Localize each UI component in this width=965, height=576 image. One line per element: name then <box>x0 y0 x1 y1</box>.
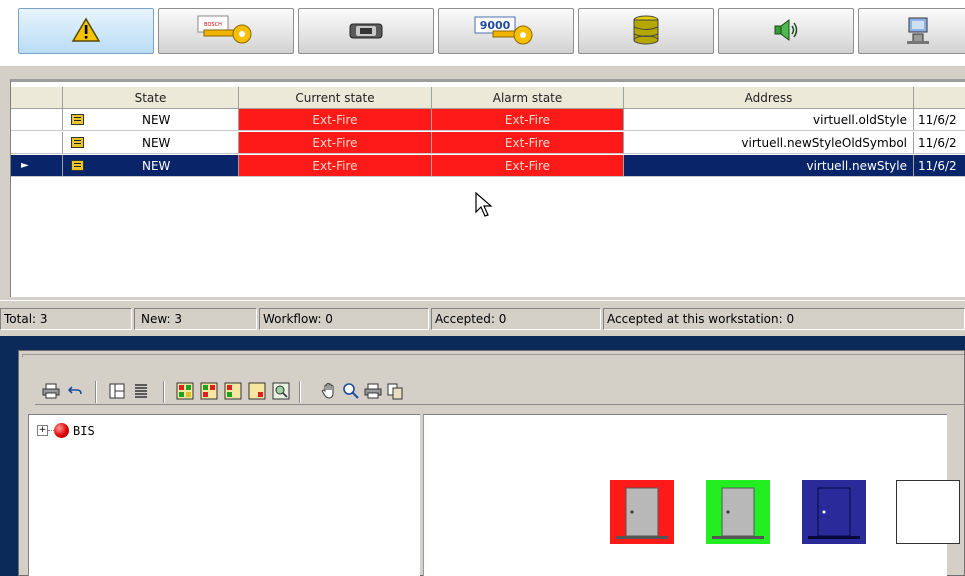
camera-icon <box>346 18 386 45</box>
note-icon <box>71 137 84 148</box>
copy-icon[interactable] <box>385 381 405 401</box>
key-9000-icon: 9000 <box>471 13 541 50</box>
address-cell: virtuell.oldStyle <box>624 109 914 130</box>
grid-mixed-icon[interactable] <box>199 381 219 401</box>
computer-icon <box>903 15 933 48</box>
alarm-state-cell: Ext-Fire <box>432 132 624 153</box>
print-icon[interactable] <box>41 381 61 401</box>
status-total: Total: 3 <box>0 308 132 330</box>
state-text: NEW <box>142 158 171 173</box>
main-toolbar: BOSCH 9000 <box>0 0 965 66</box>
row-marker <box>11 109 63 130</box>
status-bar: Total: 3 New: 3 Workflow: 0 Accepted: 0 … <box>0 300 965 336</box>
grid-all-icon[interactable] <box>175 381 195 401</box>
print-map-icon[interactable] <box>363 381 383 401</box>
grid-partial-icon[interactable] <box>223 381 243 401</box>
pan-hand-icon[interactable] <box>319 381 339 401</box>
location-tree: + BIS <box>28 414 420 576</box>
list-view-icon[interactable] <box>131 381 151 401</box>
map-view <box>423 414 947 576</box>
database-button[interactable] <box>578 8 714 54</box>
zoom-map-icon[interactable] <box>271 381 291 401</box>
audio-button[interactable] <box>718 8 854 54</box>
date-cell: 11/6/2 <box>914 109 965 130</box>
current-state-cell: Ext-Fire <box>239 132 432 153</box>
tree-node-bis[interactable]: + BIS <box>37 423 95 438</box>
bosch-key-button[interactable]: BOSCH <box>158 8 294 54</box>
key-9000-button[interactable]: 9000 <box>438 8 574 54</box>
date-cell: 11/6/2 <box>914 155 965 176</box>
current-state-cell: Ext-Fire <box>239 155 432 176</box>
table-row-selected[interactable]: ► NEW Ext-Fire Ext-Fire virtuell.newStyl… <box>11 155 965 177</box>
tree-node-label: BIS <box>73 423 95 438</box>
address-cell: virtuell.newStyleOldSymbol <box>624 132 914 153</box>
warning-triangle-icon <box>71 17 101 46</box>
note-icon <box>71 160 84 171</box>
door-selected-icon[interactable] <box>802 480 866 544</box>
alarm-warning-button[interactable] <box>18 8 154 54</box>
grid-single-icon[interactable] <box>247 381 267 401</box>
row-selected-marker: ► <box>11 155 63 176</box>
status-workflow: Workflow: 0 <box>259 308 429 330</box>
key-9000-text: 9000 <box>480 19 511 32</box>
red-ball-icon <box>54 423 69 438</box>
date-cell: 11/6/2 <box>914 132 965 153</box>
computer-button[interactable] <box>858 8 965 54</box>
map-toolbar <box>35 377 965 405</box>
state-text: NEW <box>142 135 171 150</box>
door-alarm-icon[interactable] <box>610 480 674 544</box>
state-cell: NEW <box>63 132 239 153</box>
column-header-marker[interactable] <box>11 87 63 108</box>
column-header-alarm-state[interactable]: Alarm state <box>432 87 624 108</box>
column-header-address[interactable]: Address <box>624 87 914 108</box>
column-header-state[interactable]: State <box>63 87 239 108</box>
table-header: State Current state Alarm state Address <box>11 87 965 109</box>
state-cell: NEW <box>63 155 239 176</box>
row-marker <box>11 132 63 153</box>
expand-icon[interactable]: + <box>37 425 48 436</box>
door-unknown-icon[interactable] <box>896 480 960 544</box>
alarm-table: State Current state Alarm state Address … <box>10 79 965 297</box>
speaker-icon <box>771 17 801 46</box>
state-cell: NEW <box>63 109 239 130</box>
bosch-key-icon: BOSCH <box>196 14 256 49</box>
camera-button[interactable] <box>298 8 434 54</box>
status-accepted-workstation: Accepted at this workstation: 0 <box>603 308 965 330</box>
bosch-logo-text: BOSCH <box>204 22 222 28</box>
column-header-current-state[interactable]: Current state <box>239 87 432 108</box>
alarm-state-cell: Ext-Fire <box>432 155 624 176</box>
undo-icon[interactable] <box>65 381 85 401</box>
table-row[interactable]: NEW Ext-Fire Ext-Fire virtuell.newStyleO… <box>11 132 965 154</box>
mouse-cursor-icon <box>475 191 493 223</box>
door-ok-icon[interactable] <box>706 480 770 544</box>
alarm-state-cell: Ext-Fire <box>432 109 624 130</box>
current-state-cell: Ext-Fire <box>239 109 432 130</box>
status-accepted: Accepted: 0 <box>431 308 601 330</box>
zoom-icon[interactable] <box>341 381 361 401</box>
note-icon <box>71 114 84 125</box>
layout-split-icon[interactable] <box>107 381 127 401</box>
state-text: NEW <box>142 112 171 127</box>
status-new: New: 3 <box>134 308 257 330</box>
database-icon <box>631 14 661 49</box>
table-row[interactable]: NEW Ext-Fire Ext-Fire virtuell.oldStyle … <box>11 109 965 131</box>
address-cell: virtuell.newStyle <box>624 155 914 176</box>
column-header-date[interactable] <box>914 87 965 108</box>
